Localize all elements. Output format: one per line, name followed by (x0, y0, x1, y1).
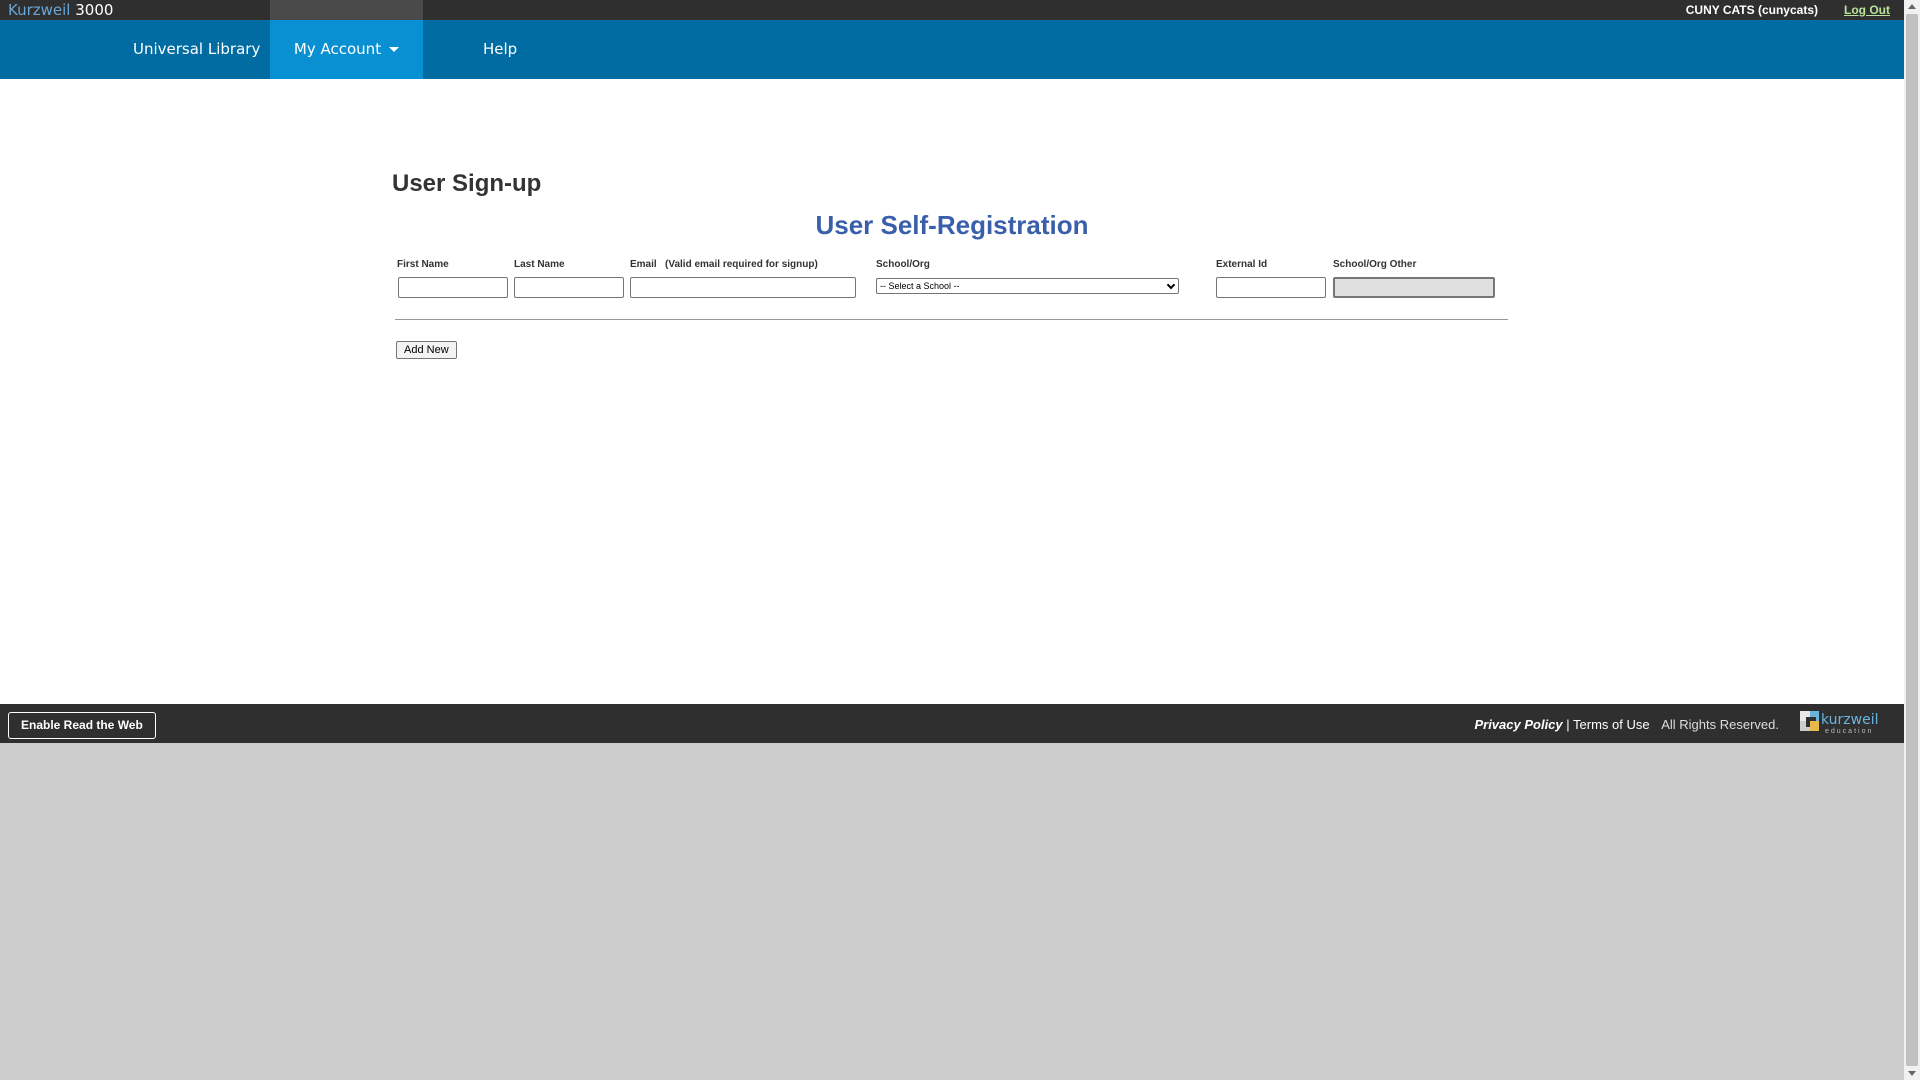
email-label: Email (Valid email required for signup) (630, 259, 818, 270)
logout-link[interactable]: Log Out (1844, 3, 1890, 17)
brand-logo: Kurzweil 3000 (8, 1, 113, 19)
form-title: User Self-Registration (815, 210, 1089, 240)
kurzweil-mark-icon (1800, 711, 1819, 731)
school-select[interactable]: -- Select a School -- (876, 278, 1179, 294)
main-nav: Universal Library My Account Help (0, 20, 1904, 79)
chevron-down-icon (389, 47, 400, 52)
enable-read-the-web-button[interactable]: Enable Read the Web (8, 712, 156, 739)
logo-subtext: education (1825, 728, 1874, 735)
current-user-label: CUNY CATS (cunycats) (1685, 3, 1818, 17)
brand-number: 3000 (75, 1, 114, 19)
school-other-label: School/Org Other (1333, 259, 1417, 270)
footer: Enable Read the Web Privacy Policy | Ter… (0, 704, 1904, 743)
brand-name: Kurzweil (8, 1, 71, 19)
nav-item-my-account-label: My Account (293, 40, 382, 58)
form-divider (395, 319, 1508, 320)
first-name-label: First Name (397, 259, 449, 270)
top-bar: Kurzweil 3000 CUNY CATS (cunycats) Log O… (0, 0, 1904, 20)
scroll-down-icon[interactable] (1908, 1071, 1916, 1076)
school-label: School/Org (876, 259, 930, 270)
add-new-button[interactable]: Add New (396, 341, 457, 359)
footer-separator: | (1562, 717, 1574, 732)
school-select-value: -- Select a School -- (880, 281, 960, 291)
logo-text: kurzweil (1821, 712, 1879, 728)
footer-links: Privacy Policy | Terms of Use All Rights… (1474, 717, 1779, 732)
page-title: User Sign-up (392, 170, 542, 197)
external-id-label: External Id (1216, 259, 1268, 270)
chevron-down-icon (1166, 280, 1176, 290)
kurzweil-education-logo: kurzweil education (1799, 706, 1885, 740)
vertical-scrollbar[interactable] (1904, 0, 1920, 1080)
nav-item-universal-library[interactable]: Universal Library (133, 20, 260, 79)
terms-of-use-link[interactable]: Terms of Use (1573, 717, 1650, 732)
scrollbar-thumb[interactable] (1906, 14, 1918, 1066)
main-content: User Sign-up User Self-Registration Firs… (0, 79, 1904, 704)
topbar-active-indicator (270, 0, 423, 20)
nav-item-my-account[interactable]: My Account (270, 20, 423, 79)
last-name-input[interactable] (514, 277, 624, 298)
first-name-input[interactable] (398, 277, 508, 298)
privacy-policy-link[interactable]: Privacy Policy (1474, 717, 1562, 732)
school-other-input (1333, 277, 1495, 298)
last-name-label: Last Name (514, 259, 565, 270)
rights-text: All Rights Reserved. (1661, 717, 1779, 732)
external-id-input[interactable] (1216, 277, 1326, 298)
scroll-up-icon[interactable] (1908, 4, 1916, 9)
email-input[interactable] (630, 277, 856, 298)
nav-item-help[interactable]: Help (483, 20, 517, 79)
